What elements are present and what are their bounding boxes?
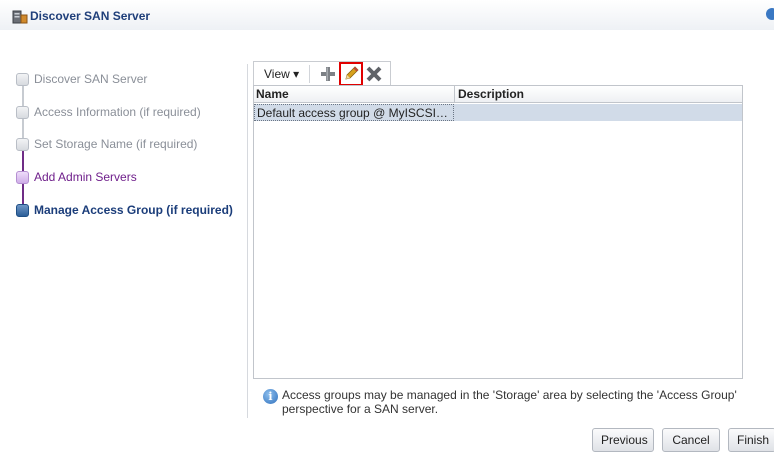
dialog-header: Discover SAN Server xyxy=(0,0,774,30)
add-icon xyxy=(321,67,335,81)
dialog-title: Discover SAN Server xyxy=(30,9,151,23)
train-step-manage-access-group: Manage Access Group (if required) xyxy=(16,201,233,219)
train-step-set-storage-name: Set Storage Name (if required) xyxy=(16,135,197,153)
step-indicator xyxy=(16,203,29,217)
train-step-discover-san-server: Discover SAN Server xyxy=(16,70,147,88)
train-step-access-information: Access Information (if required) xyxy=(16,103,201,121)
edit-button[interactable] xyxy=(339,62,363,86)
content-divider xyxy=(247,64,248,418)
column-header-description[interactable]: Description xyxy=(458,87,524,101)
table-cell-name: Default access group @ MyISCSI… xyxy=(254,104,454,121)
view-menu[interactable]: View ▾ xyxy=(264,67,299,81)
access-groups-table: Name Description Default access group @ … xyxy=(253,85,743,379)
table-header: Name Description xyxy=(254,86,742,103)
train-step-add-admin-servers[interactable]: Add Admin Servers xyxy=(16,168,137,186)
dialog-footer: Previous Cancel Finish xyxy=(0,418,774,457)
finish-button[interactable]: Finish xyxy=(728,428,774,452)
delete-button[interactable] xyxy=(364,64,384,84)
step-label: Discover SAN Server xyxy=(34,72,148,86)
step-label: Manage Access Group (if required) xyxy=(34,203,233,217)
table-toolbar: View ▾ xyxy=(253,61,391,86)
cancel-button[interactable]: Cancel xyxy=(662,428,720,452)
edit-pencil-icon xyxy=(345,66,359,80)
step-indicator xyxy=(16,105,29,119)
step-label: Add Admin Servers xyxy=(34,170,137,184)
step-indicator xyxy=(16,72,29,86)
info-icon: i xyxy=(263,389,278,404)
column-divider[interactable] xyxy=(454,86,455,103)
help-icon[interactable] xyxy=(766,8,774,20)
step-indicator xyxy=(16,170,29,184)
step-label: Access Information (if required) xyxy=(34,105,201,119)
step-label: Set Storage Name (if required) xyxy=(34,137,198,151)
toolbar-separator xyxy=(309,65,310,83)
step-indicator xyxy=(16,137,29,151)
table-row[interactable]: Default access group @ MyISCSI… xyxy=(254,104,742,121)
column-header-name[interactable]: Name xyxy=(256,87,454,101)
info-message: Access groups may be managed in the 'Sto… xyxy=(282,388,737,416)
add-button[interactable] xyxy=(318,64,338,84)
delete-icon xyxy=(366,66,382,82)
previous-button[interactable]: Previous xyxy=(592,428,654,452)
san-server-icon xyxy=(12,9,28,25)
